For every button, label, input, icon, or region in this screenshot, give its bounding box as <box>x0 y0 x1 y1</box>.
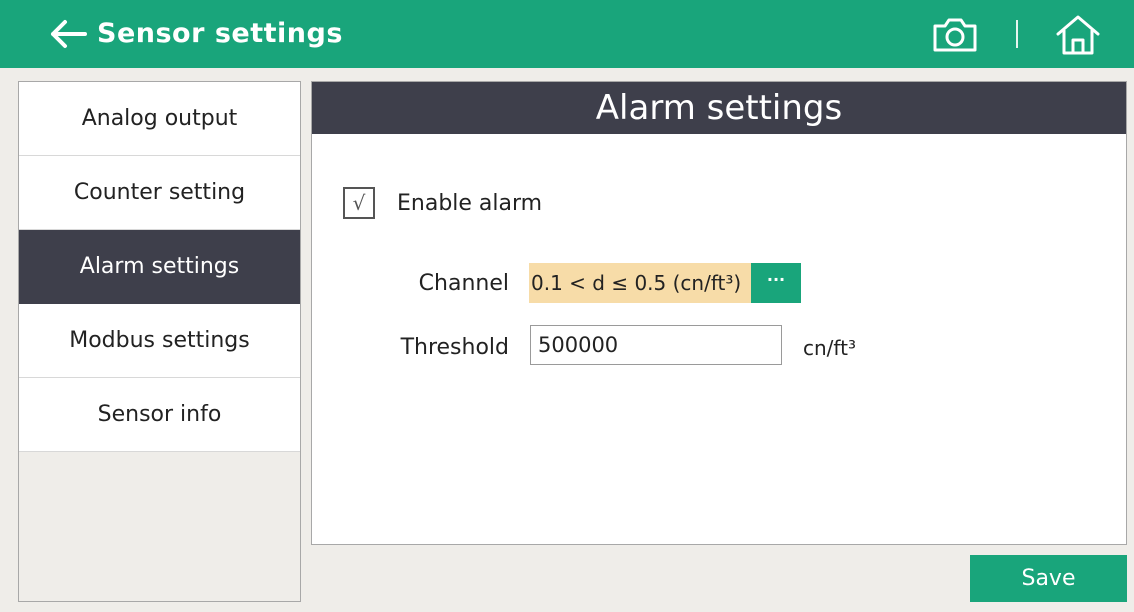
sidebar-item-label: Analog output <box>81 106 238 131</box>
channel-select[interactable]: 0.1 < d ≤ 0.5 (cn/ft³) <box>529 263 751 303</box>
sidebar-item-label: Sensor info <box>97 402 222 427</box>
panel-title: Alarm settings <box>312 82 1126 134</box>
sidebar-item-label: Counter setting <box>73 180 246 205</box>
sidebar-item-modbus-settings[interactable]: Modbus settings <box>19 304 300 378</box>
channel-more-button[interactable]: ··· <box>751 263 801 303</box>
sidebar-item-counter-setting[interactable]: Counter setting <box>19 156 300 230</box>
page-title: Sensor settings <box>97 18 343 49</box>
alarm-settings-panel: Alarm settings √ Enable alarm Channel 0.… <box>311 81 1127 545</box>
back-button[interactable] <box>42 14 92 54</box>
sidebar-item-label: Modbus settings <box>69 328 250 353</box>
threshold-input[interactable] <box>530 325 782 365</box>
home-icon <box>1056 15 1100 55</box>
sidebar-item-alarm-settings[interactable]: Alarm settings <box>19 230 300 304</box>
threshold-unit: cn/ft³ <box>803 336 856 360</box>
enable-alarm-checkbox[interactable]: √ <box>343 187 375 219</box>
save-button[interactable]: Save <box>970 555 1127 602</box>
sidebar-item-sensor-info[interactable]: Sensor info <box>19 378 300 452</box>
channel-label: Channel <box>418 271 509 296</box>
home-button[interactable] <box>1050 12 1106 58</box>
top-bar: Sensor settings <box>0 0 1134 68</box>
enable-alarm-label: Enable alarm <box>397 190 543 216</box>
arrow-left-icon <box>51 20 87 48</box>
screenshot-button[interactable] <box>929 14 981 56</box>
sidebar: Analog output Counter setting Alarm sett… <box>18 81 301 602</box>
enable-alarm-toggle[interactable]: √ Enable alarm <box>343 187 542 219</box>
sidebar-item-label: Alarm settings <box>79 254 240 279</box>
header-divider <box>1016 20 1018 48</box>
camera-icon <box>933 18 977 52</box>
check-icon: √ <box>352 191 366 215</box>
threshold-label: Threshold <box>400 335 509 360</box>
sidebar-item-analog-output[interactable]: Analog output <box>19 82 300 156</box>
app-window: Sensor settings Analog output Counter se… <box>0 0 1134 612</box>
